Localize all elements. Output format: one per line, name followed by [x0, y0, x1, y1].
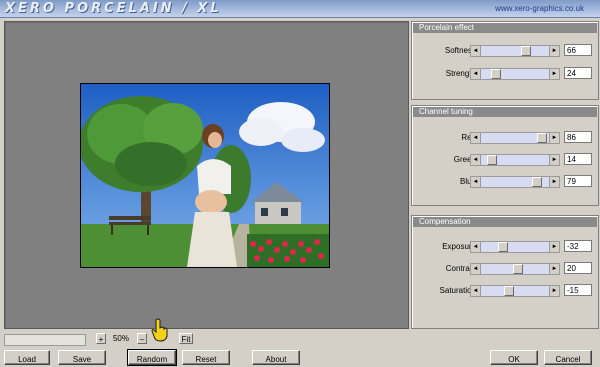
app-logo: XERO PORCELAIN / XL: [5, 1, 222, 16]
arrow-right-icon[interactable]: ►: [549, 69, 559, 79]
strength-slider[interactable]: ◄ ►: [470, 68, 560, 80]
arrow-left-icon[interactable]: ◄: [471, 177, 481, 187]
slider-thumb[interactable]: [521, 46, 531, 56]
reset-button[interactable]: Reset: [182, 350, 230, 365]
arrow-left-icon[interactable]: ◄: [471, 46, 481, 56]
slider-thumb[interactable]: [513, 264, 523, 274]
compensation-panel: Compensation Exposure ◄ ► -32 Contrast ◄…: [411, 215, 599, 329]
arrow-right-icon[interactable]: ►: [549, 242, 559, 252]
load-button[interactable]: Load: [4, 350, 50, 365]
arrow-left-icon[interactable]: ◄: [471, 286, 481, 296]
arrow-left-icon[interactable]: ◄: [471, 133, 481, 143]
ok-button[interactable]: OK: [490, 350, 538, 365]
slider-thumb[interactable]: [487, 155, 497, 165]
strength-value-field[interactable]: 24: [564, 67, 592, 79]
contrast-slider[interactable]: ◄ ►: [470, 263, 560, 275]
slider-row-softness: Softness ◄ ► 66: [412, 44, 598, 57]
saturation-slider[interactable]: ◄ ►: [470, 285, 560, 297]
panel-title: Channel tuning: [413, 107, 597, 117]
about-button[interactable]: About: [252, 350, 300, 365]
green-slider[interactable]: ◄ ►: [470, 154, 560, 166]
arrow-right-icon[interactable]: ►: [549, 286, 559, 296]
channel-tuning-panel: Channel tuning Red ◄ ► 86 Green ◄ ► 14 B…: [411, 105, 599, 206]
arrow-right-icon[interactable]: ►: [549, 46, 559, 56]
exposure-slider[interactable]: ◄ ►: [470, 241, 560, 253]
panel-title: Compensation: [413, 217, 597, 227]
arrow-right-icon[interactable]: ►: [549, 133, 559, 143]
zoom-out-button[interactable]: –: [137, 333, 147, 344]
website-link[interactable]: www.xero-graphics.co.uk: [495, 4, 584, 13]
softness-value-field[interactable]: 66: [564, 44, 592, 56]
arrow-right-icon[interactable]: ►: [549, 155, 559, 165]
preview-photo: [81, 84, 329, 267]
exposure-value-field[interactable]: -32: [564, 240, 592, 252]
slider-row-red: Red ◄ ► 86: [412, 131, 598, 144]
arrow-left-icon[interactable]: ◄: [471, 264, 481, 274]
slider-row-exposure: Exposure ◄ ► -32: [412, 240, 598, 253]
slider-row-green: Green ◄ ► 14: [412, 153, 598, 166]
red-value-field[interactable]: 86: [564, 131, 592, 143]
porcelain-effect-panel: Porcelain effect Softness ◄ ► 66 Strengt…: [411, 21, 599, 100]
slider-row-saturation: Saturation ◄ ► -15: [412, 284, 598, 297]
arrow-left-icon[interactable]: ◄: [471, 155, 481, 165]
slider-row-contrast: Contrast ◄ ► 20: [412, 262, 598, 275]
title-bar: XERO PORCELAIN / XL www.xero-graphics.co…: [0, 0, 600, 18]
preview-image[interactable]: [80, 83, 330, 268]
slider-thumb[interactable]: [491, 69, 501, 79]
slider-thumb[interactable]: [537, 133, 547, 143]
arrow-right-icon[interactable]: ►: [549, 177, 559, 187]
slider-thumb[interactable]: [498, 242, 508, 252]
arrow-left-icon[interactable]: ◄: [471, 69, 481, 79]
arrow-left-icon[interactable]: ◄: [471, 242, 481, 252]
green-value-field[interactable]: 14: [564, 153, 592, 165]
saturation-value-field[interactable]: -15: [564, 284, 592, 296]
hand-pointer-icon: [151, 318, 168, 342]
softness-slider[interactable]: ◄ ►: [470, 45, 560, 57]
zoom-level: 50%: [112, 334, 129, 343]
slider-row-strength: Strength ◄ ► 24: [412, 67, 598, 80]
red-slider[interactable]: ◄ ►: [470, 132, 560, 144]
fit-button[interactable]: Fit: [179, 333, 193, 344]
panel-title: Porcelain effect: [413, 23, 597, 33]
preview-area[interactable]: [4, 21, 409, 329]
save-button[interactable]: Save: [58, 350, 106, 365]
slider-thumb[interactable]: [532, 177, 542, 187]
progress-bar: [4, 334, 86, 346]
blue-slider[interactable]: ◄ ►: [470, 176, 560, 188]
cancel-button[interactable]: Cancel: [544, 350, 592, 365]
random-button[interactable]: Random: [127, 349, 177, 366]
slider-thumb[interactable]: [504, 286, 514, 296]
blue-value-field[interactable]: 79: [564, 175, 592, 187]
zoom-in-button[interactable]: +: [96, 333, 106, 344]
slider-row-blue: Blue ◄ ► 79: [412, 175, 598, 188]
contrast-value-field[interactable]: 20: [564, 262, 592, 274]
arrow-right-icon[interactable]: ►: [549, 264, 559, 274]
